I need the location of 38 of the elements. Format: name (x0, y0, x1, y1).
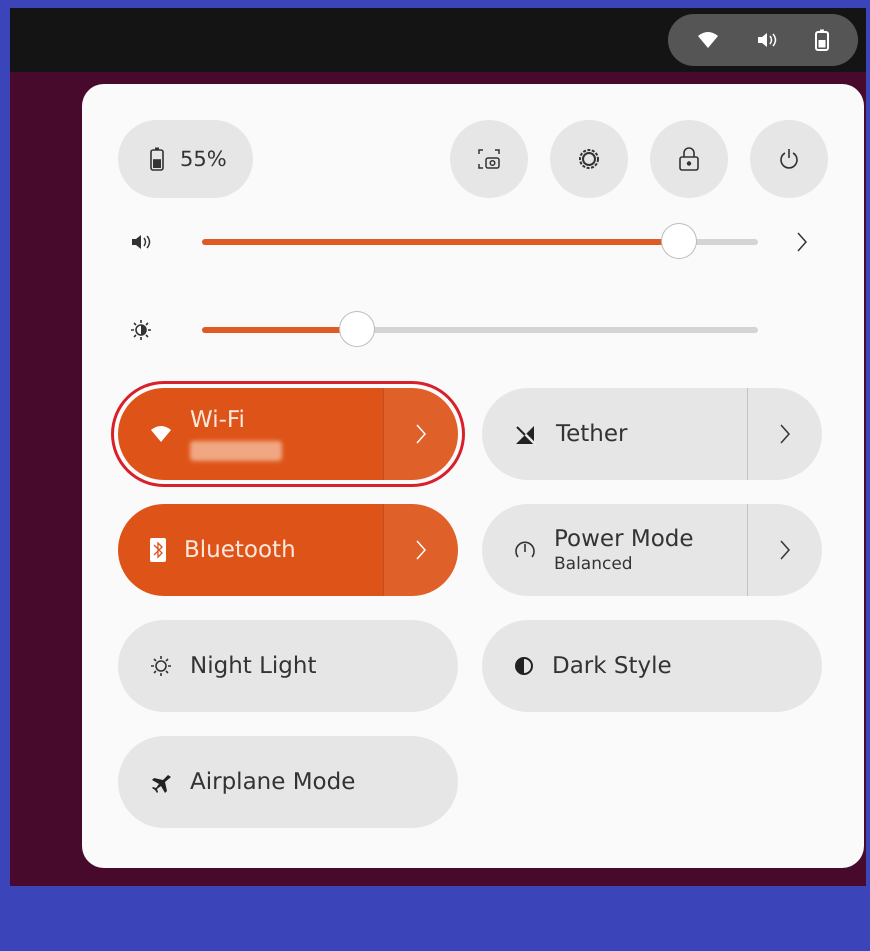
camera-icon (477, 148, 501, 170)
chevron-icon (779, 538, 791, 560)
toggle-label: Bluetooth (184, 536, 296, 562)
bluetooth-icon (150, 538, 166, 562)
toggle-label: Night Light (190, 652, 316, 678)
wifi-icon (150, 424, 172, 442)
toggle-subtitle: Balanced (554, 554, 634, 574)
toggle-button[interactable]: Dark Style (482, 620, 822, 712)
lock-icon (678, 146, 700, 172)
chevron-icon (415, 538, 427, 560)
slider-thumb[interactable] (662, 224, 696, 258)
sun-icon (150, 654, 172, 676)
volume-icon (756, 30, 778, 49)
half-circle-icon (514, 656, 534, 676)
toggle-label: Power Mode (554, 526, 694, 552)
battery-icon (150, 146, 164, 170)
volume-icon (130, 232, 152, 250)
toggle-button[interactable]: Night Light (118, 620, 458, 712)
toggle-button[interactable]: Tether (482, 388, 822, 480)
toggle-button[interactable]: Power Mode Balanced (482, 504, 822, 596)
wifi-icon (696, 30, 719, 49)
power-icon (778, 148, 800, 170)
brightness-icon (130, 318, 152, 340)
battery-icon (815, 28, 830, 51)
toggle-label: Tether (556, 420, 628, 446)
chevron-icon (796, 230, 808, 252)
battery-button[interactable]: 55% (118, 120, 253, 198)
arrow-button[interactable] (383, 388, 458, 480)
slider-thumb[interactable] (340, 312, 374, 346)
toggle-label: Dark Style (552, 652, 672, 678)
arrow-button[interactable] (383, 504, 458, 596)
toggle-label: Wi-Fi (190, 406, 246, 432)
toggle-button[interactable]: Airplane Mode (118, 736, 458, 828)
chevron-icon (779, 422, 791, 444)
settings-icon (577, 146, 601, 170)
chevron-icon (415, 422, 427, 444)
toggle-label: Airplane Mode (190, 768, 356, 794)
speedometer-icon (514, 538, 536, 560)
